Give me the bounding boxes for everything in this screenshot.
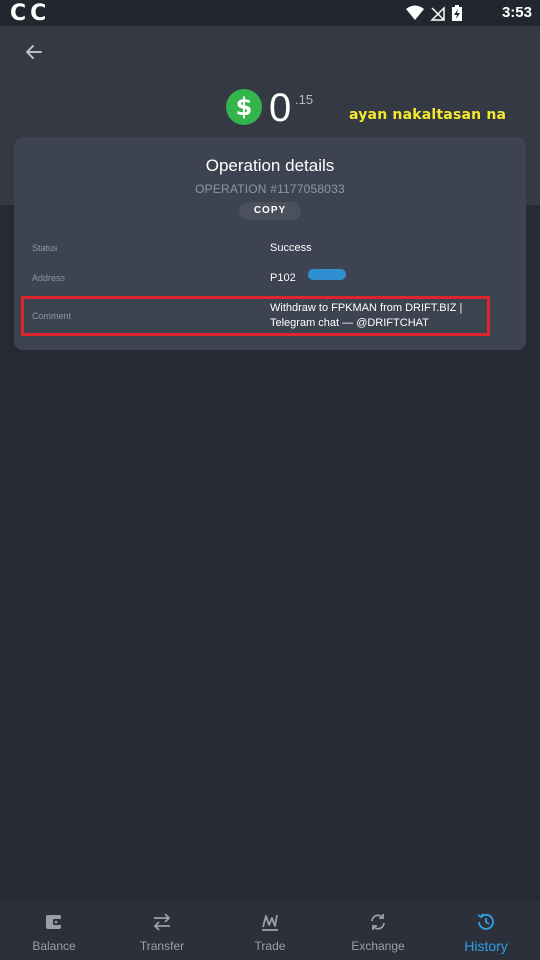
annotation-text: ayan nakaltasan na: [349, 107, 507, 123]
trade-chart-icon: [262, 914, 278, 931]
status-left-icons: CC: [10, 1, 51, 26]
address-redaction: [308, 269, 346, 280]
status-time: 3:53: [501, 4, 532, 21]
status-bar: CC 3:53: [0, 0, 540, 26]
balance-integer: 0: [269, 86, 292, 130]
dollar-coin-icon: $: [226, 89, 262, 125]
nav-exchange-label: Exchange: [351, 939, 405, 953]
battery-charging-icon: [452, 5, 462, 21]
nav-transfer[interactable]: Transfer: [108, 900, 216, 960]
wifi-icon: [406, 5, 424, 20]
back-arrow-icon[interactable]: [22, 40, 46, 64]
status-label: Status: [32, 243, 58, 253]
card-title: Operation details: [205, 156, 335, 175]
address-value: P102: [270, 272, 296, 284]
copy-button[interactable]: COPY: [239, 202, 301, 220]
status-value: Success: [270, 242, 312, 254]
nav-transfer-label: Transfer: [139, 939, 185, 953]
nav-trade-label: Trade: [254, 939, 286, 953]
nav-trade[interactable]: Trade: [216, 900, 324, 960]
nav-exchange[interactable]: Exchange: [324, 900, 432, 960]
no-signal-icon: [430, 6, 445, 21]
red-highlight-box: [21, 296, 490, 336]
exchange-cycle-icon: [371, 914, 385, 930]
wallet-icon: [46, 915, 62, 929]
bottom-nav: Balance Transfer Trade Exchange History: [0, 900, 540, 960]
operation-number: OPERATION #1177058033: [195, 182, 345, 196]
history-clock-icon: [477, 913, 494, 930]
address-label: Address: [32, 273, 66, 283]
status-icons: [406, 5, 462, 21]
nav-history-label: History: [464, 938, 508, 954]
nav-balance-label: Balance: [32, 939, 76, 953]
nav-balance[interactable]: Balance: [0, 900, 108, 960]
nav-history[interactable]: History: [432, 900, 540, 960]
balance-fraction: .15: [295, 92, 314, 107]
transfer-arrows-icon: [153, 913, 171, 931]
